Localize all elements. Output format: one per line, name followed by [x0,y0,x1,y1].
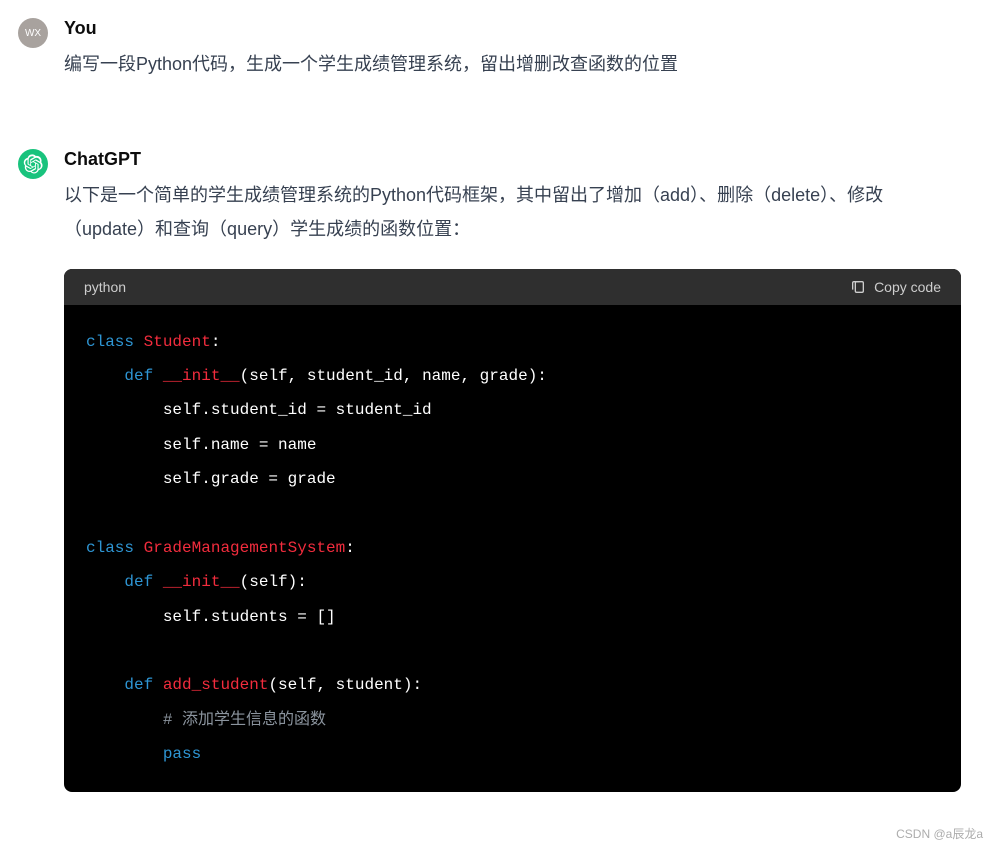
assistant-author: ChatGPT [64,149,961,170]
line-grade: self.grade = grade [163,470,336,488]
keyword-def: def [124,573,153,591]
func-add: add_student [163,676,269,694]
class-gms: GradeManagementSystem [144,539,346,557]
code-block: python Copy code class Student: def __in… [64,269,961,792]
keyword-pass: pass [163,745,201,763]
assistant-message: ChatGPT 以下是一个简单的学生成绩管理系统的Python代码框架，其中留出… [0,131,991,791]
code-language: python [84,279,126,295]
comment-add: # 添加学生信息的函数 [163,711,326,729]
user-avatar: WX [18,18,48,48]
params-init-student: (self, student_id, name, grade): [240,367,547,385]
user-message: WX You 编写一段Python代码，生成一个学生成绩管理系统，留出增删改查函… [0,0,991,81]
clipboard-icon [850,279,866,295]
func-init: __init__ [163,367,240,385]
keyword-def: def [124,676,153,694]
copy-code-button[interactable]: Copy code [850,279,941,295]
code-header: python Copy code [64,269,961,305]
keyword-def: def [124,367,153,385]
line-students: self.students = [] [163,608,336,626]
params-add: (self, student): [268,676,422,694]
params-init-gms: (self): [240,573,307,591]
assistant-text: 以下是一个简单的学生成绩管理系统的Python代码框架，其中留出了增加（add）… [64,178,961,246]
colon: : [345,539,355,557]
user-text: 编写一段Python代码，生成一个学生成绩管理系统，留出增删改查函数的位置 [64,47,961,81]
watermark: CSDN @a辰龙a [896,825,983,842]
user-content: You 编写一段Python代码，生成一个学生成绩管理系统，留出增删改查函数的位… [64,18,971,81]
avatar-initials: WX [25,28,41,39]
colon: : [211,333,221,351]
user-author: You [64,18,961,39]
keyword-class: class [86,539,134,557]
code-body[interactable]: class Student: def __init__(self, studen… [64,305,961,792]
chatgpt-logo-icon [23,154,43,174]
line-name: self.name = name [163,436,317,454]
keyword-class: class [86,333,134,351]
line-sid: self.student_id = student_id [163,401,432,419]
class-student: Student [144,333,211,351]
assistant-avatar [18,149,48,179]
copy-label: Copy code [874,279,941,295]
assistant-content: ChatGPT 以下是一个简单的学生成绩管理系统的Python代码框架，其中留出… [64,149,971,791]
func-init: __init__ [163,573,240,591]
